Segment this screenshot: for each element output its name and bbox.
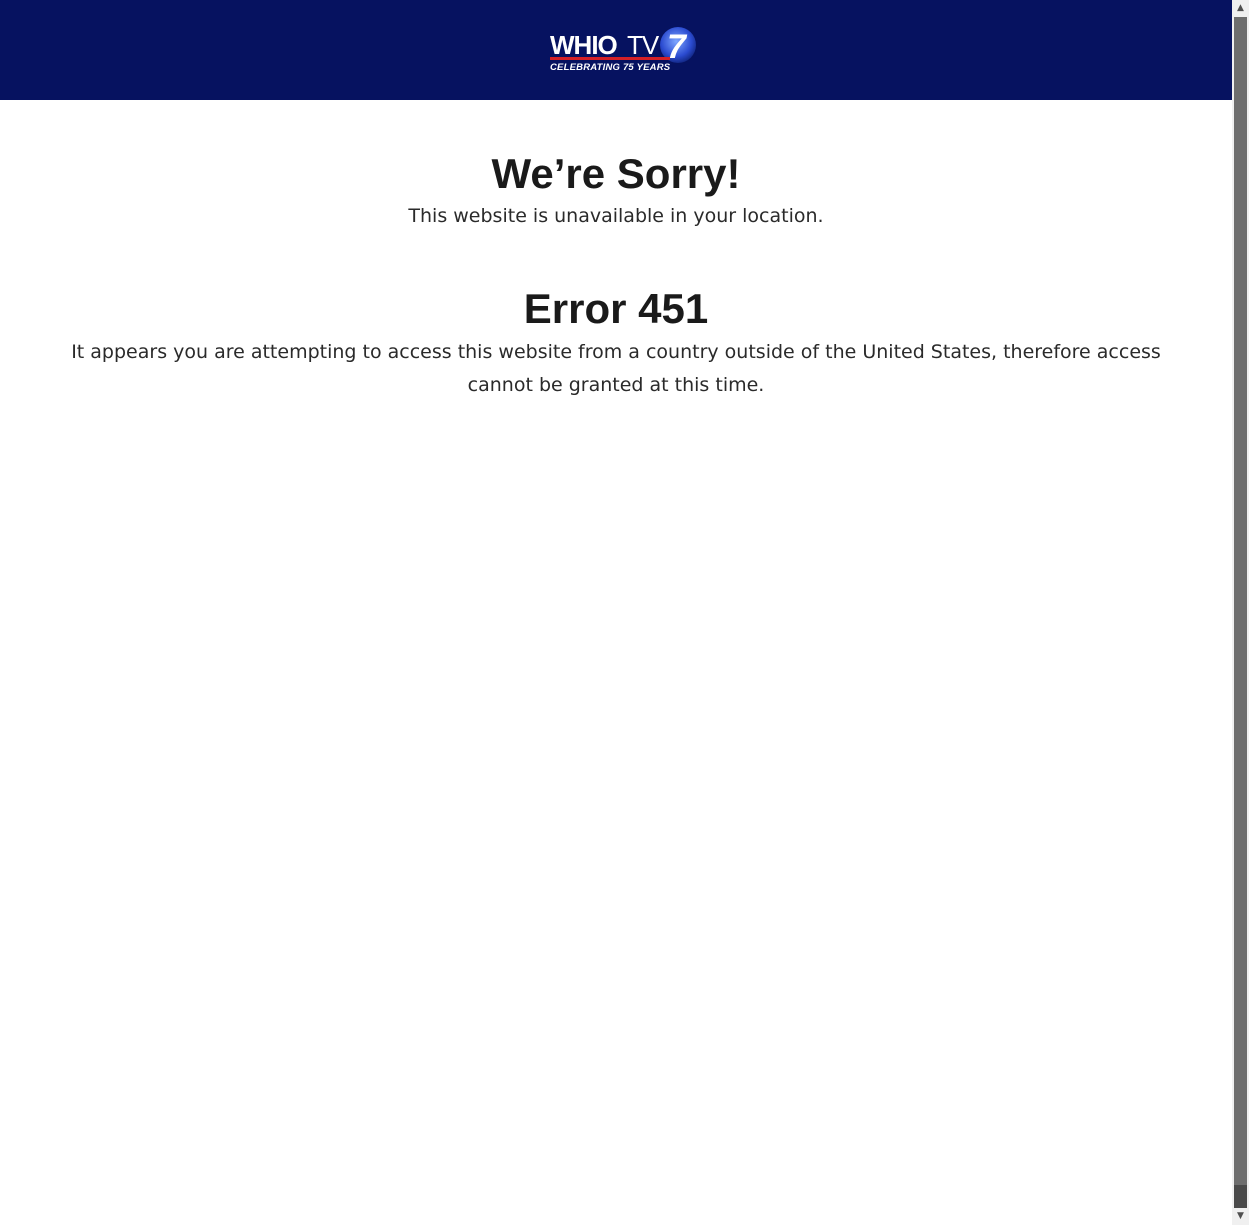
error-message: It appears you are attempting to access … xyxy=(71,341,1161,396)
scrollbar-thumb[interactable] xyxy=(1234,17,1247,1185)
logo-graphic: WHIO TV 7 CELEBRATING 75 YEARS xyxy=(550,27,696,73)
vertical-scrollbar[interactable]: ▲ ▼ xyxy=(1232,0,1249,1225)
sorry-heading: We’re Sorry! xyxy=(491,150,741,197)
logo-red-underline xyxy=(550,57,670,60)
whiotv7-logo[interactable]: WHIO TV 7 CELEBRATING 75 YEARS xyxy=(548,25,700,75)
logo-tagline: CELEBRATING 75 YEARS xyxy=(550,62,671,73)
error-heading: Error 451 xyxy=(523,285,709,332)
scroll-up-arrow-icon[interactable]: ▲ xyxy=(1232,0,1249,17)
scrollbar-track-end xyxy=(1234,1185,1247,1208)
page-viewport: WHIO TV 7 CELEBRATING 75 YEARS We’re Sor… xyxy=(0,0,1232,1225)
logo-tv-text: TV xyxy=(627,30,660,60)
sorry-subtitle: This website is unavailable in your loca… xyxy=(408,205,824,227)
scroll-down-arrow-icon[interactable]: ▼ xyxy=(1232,1208,1249,1225)
logo-brand-text: WHIO xyxy=(550,30,618,60)
site-header: WHIO TV 7 CELEBRATING 75 YEARS xyxy=(0,0,1232,100)
logo-channel-number: 7 xyxy=(667,28,688,66)
